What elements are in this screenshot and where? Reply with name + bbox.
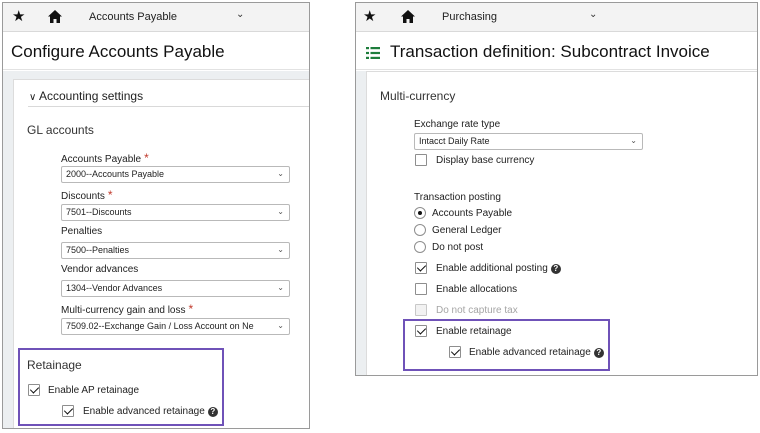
chevron-down-icon: ⌄ bbox=[277, 207, 284, 216]
chevron-down-icon[interactable]: ⌄ bbox=[589, 9, 597, 20]
chevron-down-icon[interactable]: ⌄ bbox=[236, 9, 244, 20]
top-nav-bar: ★ Purchasing ⌄ bbox=[356, 3, 757, 32]
chevron-down-icon: ∨ bbox=[29, 92, 37, 103]
required-marker: * bbox=[144, 151, 149, 165]
section-divider bbox=[28, 106, 309, 107]
page-title: Transaction definition: Subcontract Invo… bbox=[390, 42, 710, 61]
page-header: Configure Accounts Payable bbox=[3, 33, 309, 70]
penalties-label: Penalties bbox=[61, 226, 103, 237]
required-marker: * bbox=[188, 302, 194, 316]
chevron-down-icon: ⌄ bbox=[277, 283, 284, 292]
do-not-capture-tax-checkbox[interactable] bbox=[415, 304, 427, 316]
penalties-select[interactable]: 7500--Penalties ⌄ bbox=[61, 242, 290, 259]
star-icon[interactable]: ★ bbox=[363, 8, 376, 26]
posting-radio-do-not-post[interactable] bbox=[414, 241, 426, 253]
posting-option-label: Accounts Payable bbox=[432, 208, 513, 219]
enable-additional-posting-label: Enable additional posting? bbox=[436, 263, 561, 274]
list-icon[interactable] bbox=[366, 47, 380, 59]
chevron-down-icon: ⌄ bbox=[277, 245, 284, 254]
exchange-rate-type-select[interactable]: Intacct Daily Rate ⌄ bbox=[414, 133, 643, 150]
accounts-payable-label: Accounts Payable * bbox=[61, 151, 149, 165]
configure-ap-window: ★ Accounts Payable ⌄ Configure Accounts … bbox=[2, 2, 310, 429]
help-icon[interactable]: ? bbox=[550, 264, 561, 274]
app-switcher-label[interactable]: Accounts Payable bbox=[89, 11, 177, 23]
page-header: Transaction definition: Subcontract Invo… bbox=[356, 33, 757, 70]
gl-accounts-heading: GL accounts bbox=[27, 123, 94, 137]
transaction-definition-window: ★ Purchasing ⌄ Transaction definition: S… bbox=[355, 2, 758, 376]
retainage-highlight bbox=[18, 348, 224, 426]
display-base-currency-label: Display base currency bbox=[436, 155, 535, 166]
discounts-select[interactable]: 7501--Discounts ⌄ bbox=[61, 204, 290, 221]
posting-option-label: General Ledger bbox=[432, 225, 502, 236]
required-marker: * bbox=[107, 188, 113, 202]
top-nav-bar: ★ Accounts Payable ⌄ bbox=[3, 3, 309, 32]
chevron-down-icon: ⌄ bbox=[630, 136, 637, 145]
do-not-capture-tax-label: Do not capture tax bbox=[436, 305, 518, 316]
discounts-label: Discounts * bbox=[61, 188, 113, 202]
enable-allocations-label: Enable allocations bbox=[436, 284, 518, 295]
star-icon[interactable]: ★ bbox=[12, 8, 25, 26]
enable-additional-posting-checkbox[interactable] bbox=[415, 262, 427, 274]
home-icon[interactable] bbox=[47, 9, 63, 24]
page-title: Configure Accounts Payable bbox=[11, 42, 225, 61]
posting-radio-general-ledger[interactable] bbox=[414, 224, 426, 236]
accounting-settings-toggle[interactable]: ∨ Accounting settings bbox=[29, 89, 143, 103]
multi-currency-gain-loss-select[interactable]: 7509.02--Exchange Gain / Loss Account on… bbox=[61, 318, 290, 335]
chevron-down-icon: ⌄ bbox=[277, 169, 284, 178]
multi-currency-heading: Multi-currency bbox=[380, 89, 456, 103]
enable-allocations-checkbox[interactable] bbox=[415, 283, 427, 295]
posting-radio-accounts-payable[interactable] bbox=[414, 207, 426, 219]
exchange-rate-type-label: Exchange rate type bbox=[414, 119, 501, 130]
display-base-currency-checkbox[interactable] bbox=[415, 154, 427, 166]
posting-option-label: Do not post bbox=[432, 242, 484, 253]
multi-currency-gain-loss-label: Multi-currency gain and loss * bbox=[61, 302, 194, 316]
retainage-highlight bbox=[403, 319, 610, 371]
chevron-down-icon: ⌄ bbox=[277, 321, 284, 330]
home-icon[interactable] bbox=[400, 9, 416, 24]
accounts-payable-select[interactable]: 2000--Accounts Payable ⌄ bbox=[61, 166, 290, 183]
vendor-advances-select[interactable]: 1304--Vendor Advances ⌄ bbox=[61, 280, 290, 297]
app-switcher-label[interactable]: Purchasing bbox=[442, 11, 497, 23]
transaction-posting-label: Transaction posting bbox=[414, 192, 501, 203]
vendor-advances-label: Vendor advances bbox=[61, 264, 139, 275]
